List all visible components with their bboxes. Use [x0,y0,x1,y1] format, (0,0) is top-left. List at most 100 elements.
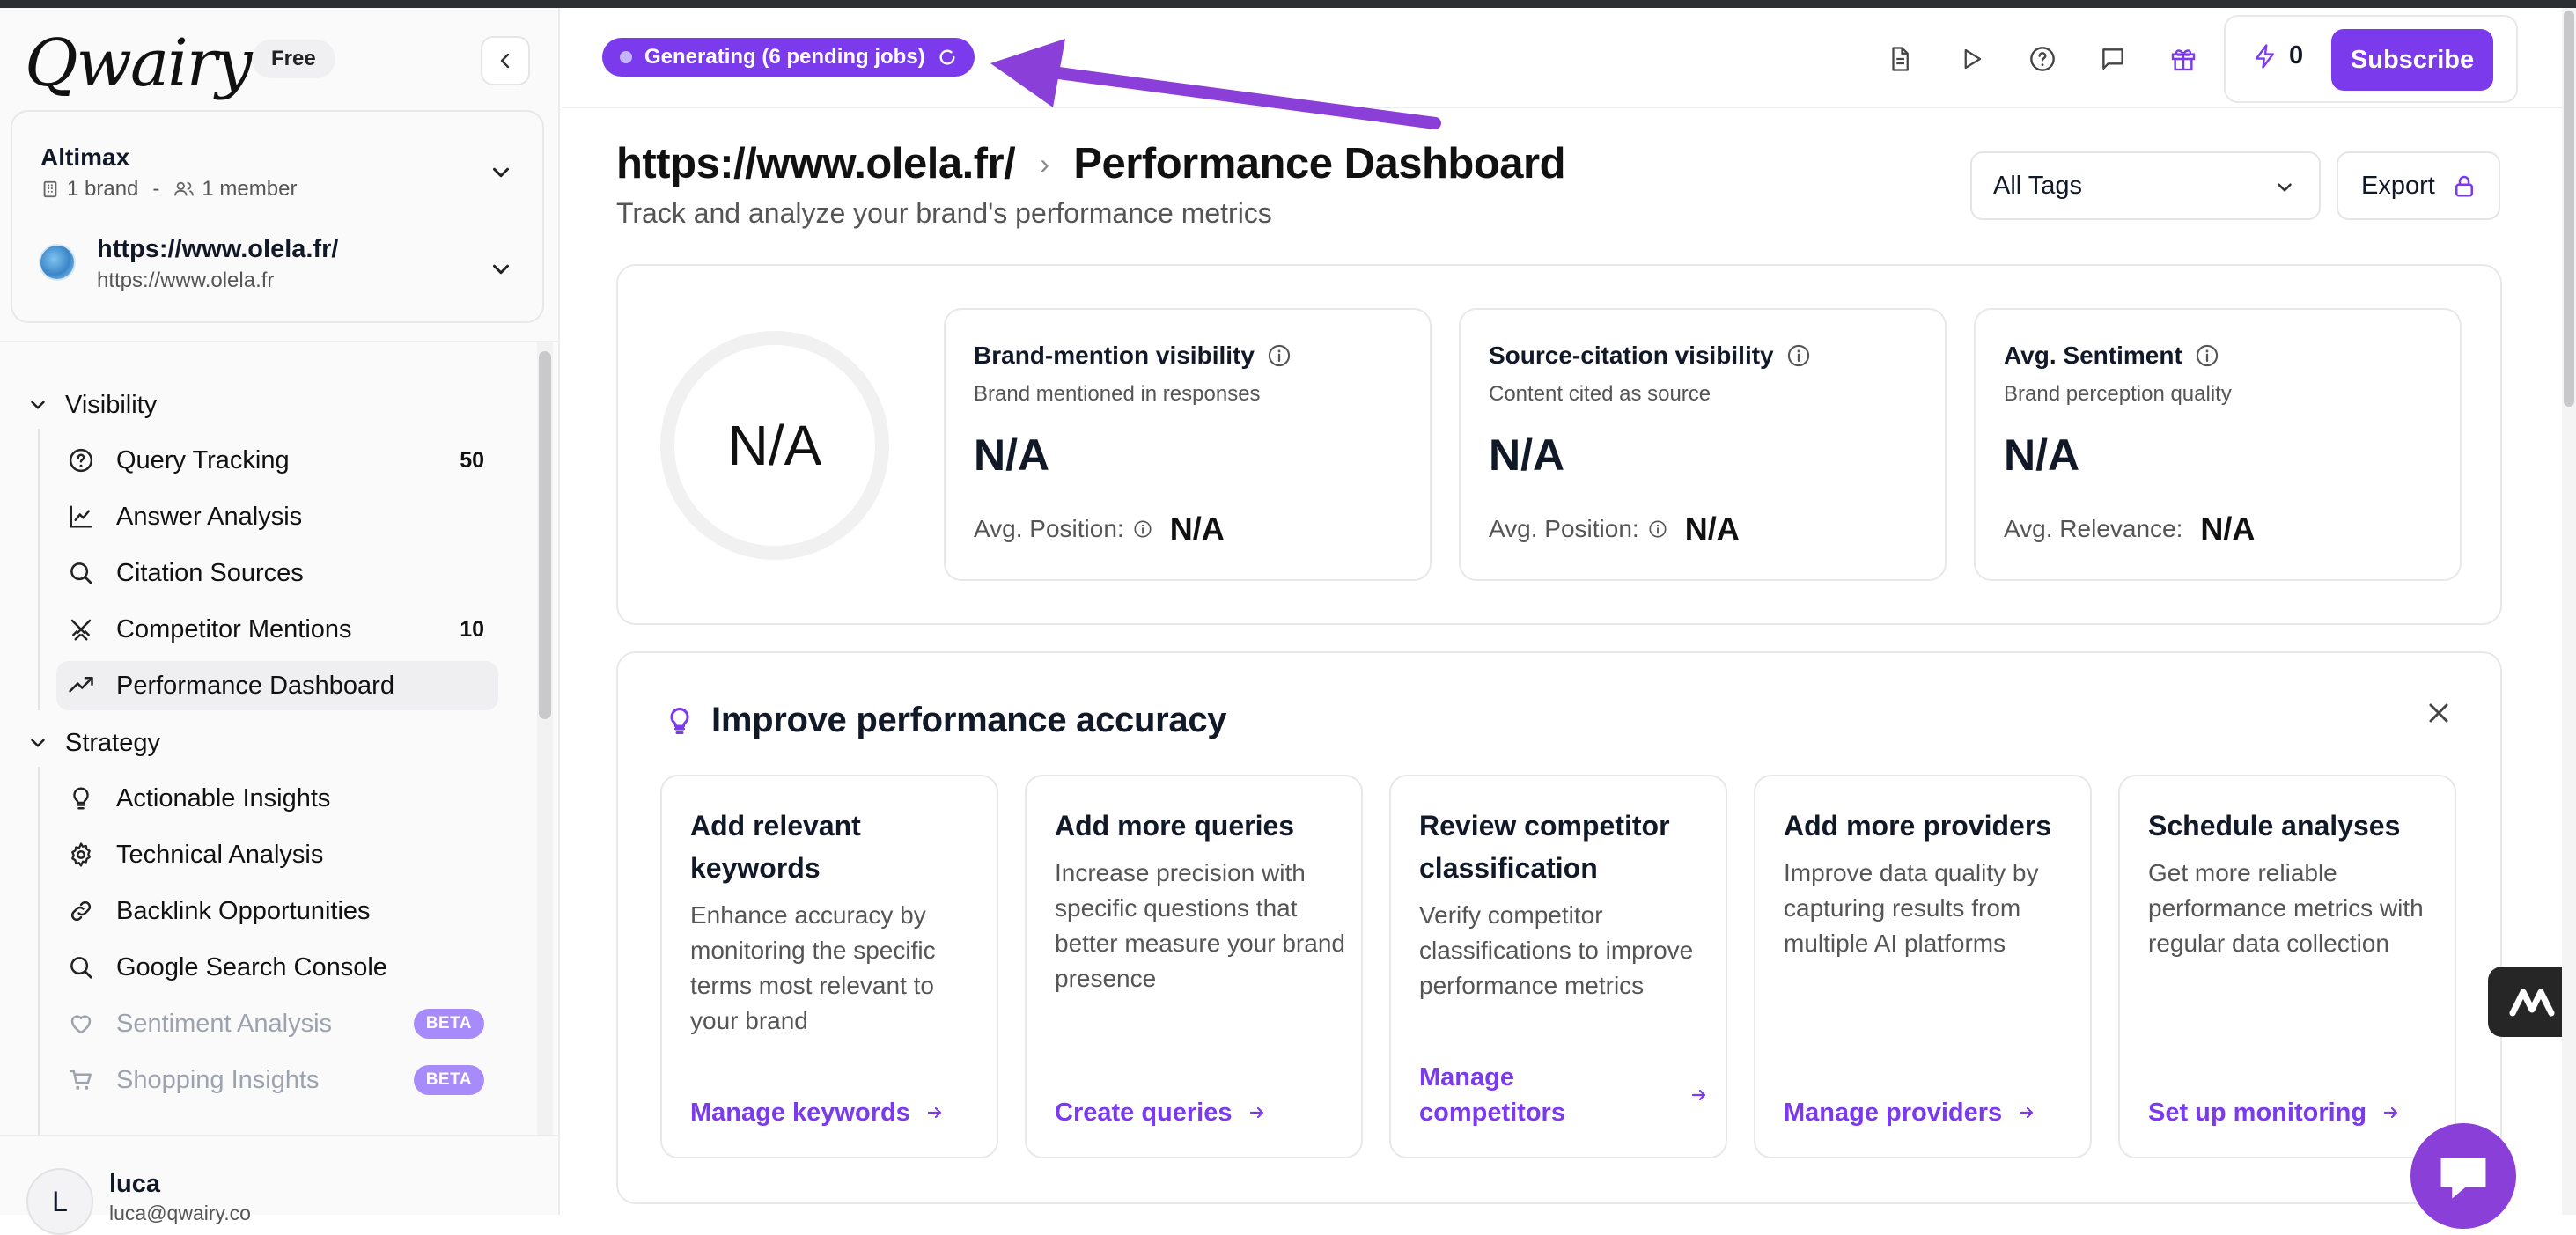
sidebar-item-label: Shopping Insights [116,1065,320,1094]
set-up-monitoring-link[interactable]: Set up monitoring [2148,1095,2430,1130]
sidebar-divider [0,341,558,342]
sidebar-item-competitor-mentions[interactable]: Competitor Mentions 10 [56,605,498,654]
section-strategy[interactable]: Strategy [26,721,160,765]
site-favicon [39,244,76,281]
tip-link-label: Manage keywords [690,1099,910,1127]
lightbulb-icon [670,707,689,734]
help-circle-icon [69,448,93,473]
chevron-left-icon [500,53,510,69]
metric-footer: Avg. Position: N/A [1489,511,1740,548]
trending-up-icon [69,677,93,693]
manage-competitors-link[interactable]: Manage competitors [1419,1060,1710,1130]
sidebar: Qwairy Free Altimax 1 brand - 1 member h… [0,8,560,1235]
gear-icon [71,842,91,867]
avatar[interactable]: L [26,1168,93,1235]
user-name: luca [109,1170,161,1198]
app-logo[interactable]: Qwairy [25,24,253,103]
collapse-sidebar-button[interactable] [481,36,530,85]
overall-score-value: N/A [727,414,822,477]
breadcrumb: https://www.olela.fr/ › Performance Dash… [616,139,1565,188]
tip-title: Add relevant keywords [690,810,861,884]
tags-filter-value: All Tags [1993,171,2083,200]
tip-title: Schedule analyses [2148,810,2401,842]
cart-icon [70,1070,92,1090]
feedback-button[interactable] [2095,41,2131,77]
sidebar-item-performance-dashboard[interactable]: Performance Dashboard [56,661,498,710]
metric-subtitle: Brand perception quality [2004,382,2232,406]
gift-button[interactable] [2166,41,2201,77]
page-scrollbar[interactable] [2564,11,2574,407]
tip-link-label: Create queries [1055,1099,1233,1127]
lightbulb-icon [73,787,89,810]
sidebar-item-citation-sources[interactable]: Citation Sources [56,548,498,598]
info-icon[interactable] [1133,519,1152,539]
credits-subscribe-group: 0 Subscribe [2224,15,2518,103]
credits-counter[interactable]: 0 [2252,41,2303,70]
tip-description: Enhance accuracy by monitoring the speci… [690,901,936,1034]
tip-title: Review competitor classification [1419,810,1670,884]
metric-subtitle: Brand mentioned in responses [974,382,1261,406]
document-icon [1892,47,1909,71]
tip-link-label: Manage competitors [1419,1063,1565,1127]
item-count: 10 [460,616,484,642]
sidebar-item-answer-analysis[interactable]: Answer Analysis [56,492,498,541]
sidebar-item-label: Citation Sources [116,558,304,587]
section-visibility[interactable]: Visibility [26,383,157,427]
manage-keywords-link[interactable]: Manage keywords [690,1095,972,1130]
docs-button[interactable] [1882,41,1917,77]
info-icon[interactable] [1267,343,1292,368]
sidebar-item-backlink-opportunities[interactable]: Backlink Opportunities [56,886,498,936]
metric-title: Brand-mention visibility [974,342,1292,370]
metric-footer-label: Avg. Position: [1489,515,1639,542]
export-button[interactable]: Export [2337,151,2500,220]
chevron-right-icon: › [1040,147,1049,180]
info-icon[interactable] [1786,343,1811,368]
line-chart-icon [70,505,92,528]
sidebar-item-google-search-console[interactable]: Google Search Console [56,943,498,992]
sidebar-item-label: Actionable Insights [116,783,331,812]
tutorial-button[interactable] [1954,41,1989,77]
help-button[interactable] [2025,41,2060,77]
breadcrumb-site[interactable]: https://www.olela.fr/ [616,139,1016,188]
user-email: luca@qwairy.co [109,1202,251,1224]
create-queries-link[interactable]: Create queries [1055,1095,1336,1130]
sidebar-item-technical-analysis[interactable]: Technical Analysis [56,830,498,879]
metric-title-text: Avg. Sentiment [2004,342,2182,369]
manage-providers-link[interactable]: Manage providers [1784,1095,2065,1130]
credits-value: 0 [2289,41,2304,70]
chevron-down-icon[interactable] [488,256,514,283]
building-icon [43,180,57,198]
sidebar-item-query-tracking[interactable]: Query Tracking 50 [56,436,498,485]
workspace-switcher[interactable]: Altimax 1 brand - 1 member https://www.o… [11,110,544,323]
subscribe-button[interactable]: Subscribe [2331,29,2493,91]
status-text: Generating (6 pending jobs) [644,45,925,69]
users-icon [174,181,195,196]
status-dot-icon [620,51,632,63]
help-icon [2030,47,2055,71]
info-icon[interactable] [2195,343,2219,368]
sidebar-item-label: Technical Analysis [116,840,324,869]
improve-accuracy-panel: Improve performance accuracy Add relevan… [616,651,2502,1204]
search-icon [70,562,92,584]
tip-title: Add more providers [1784,810,2052,842]
tip-card-keywords: Add relevant keywords Enhance accuracy b… [660,775,998,1158]
close-icon[interactable] [2423,697,2455,729]
metric-card-avg-sentiment: Avg. Sentiment Brand perception quality … [1974,308,2462,581]
logo-text: Qwairy [25,26,253,101]
tags-filter-select[interactable]: All Tags [1970,151,2321,220]
org-brand-count: 1 brand [67,177,139,201]
beta-badge: BETA [413,1009,484,1039]
item-count: 50 [460,447,484,473]
lightning-icon [2255,43,2274,69]
sidebar-item-sentiment-analysis[interactable]: Sentiment Analysis BETA [56,999,498,1048]
generation-status-badge[interactable]: Generating (6 pending jobs) [602,38,975,77]
metric-card-source-citation: Source-citation visibility Content cited… [1459,308,1947,581]
sidebar-item-shopping-insights[interactable]: Shopping Insights BETA [56,1055,498,1105]
tip-description: Get more reliable performance metrics wi… [2148,859,2424,957]
support-chat-button[interactable] [2410,1123,2516,1229]
sidebar-item-actionable-insights[interactable]: Actionable Insights [56,774,498,823]
info-icon[interactable] [1648,519,1667,539]
metric-footer: Avg. Position: N/A [974,511,1225,548]
improve-panel-title: Improve performance accuracy [664,701,1227,740]
sidebar-scrollbar[interactable] [539,351,551,719]
